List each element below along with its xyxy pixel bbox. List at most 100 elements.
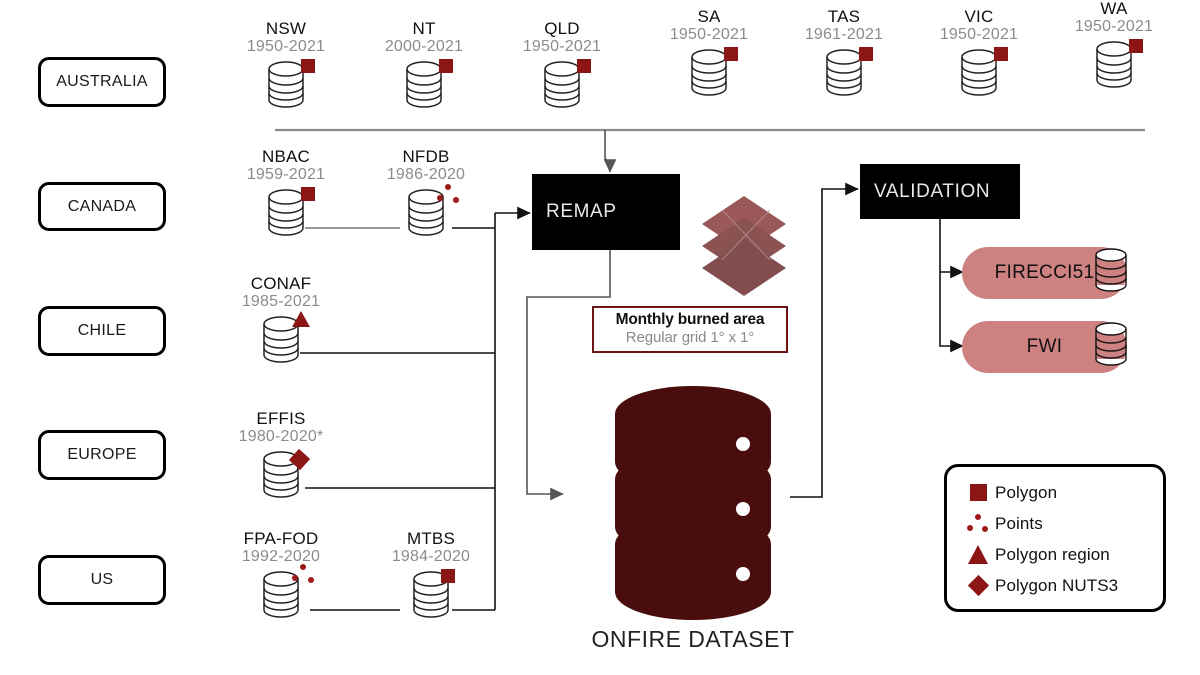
legend-label: Polygon region bbox=[995, 544, 1110, 564]
polygon-triangle-icon bbox=[292, 311, 310, 328]
source-name: QLD bbox=[544, 19, 580, 38]
polygon-square-icon bbox=[577, 59, 591, 74]
database-cylinder-icon bbox=[1091, 320, 1131, 374]
source-name: MTBS bbox=[406, 529, 456, 548]
validation-target-label: FWI bbox=[1026, 336, 1063, 357]
database-cylinder-icon bbox=[925, 46, 1033, 98]
source-years: 1950-2021 bbox=[246, 37, 326, 55]
polygon-square-icon bbox=[994, 47, 1008, 62]
database-cylinder-icon bbox=[372, 568, 490, 620]
polygon-square-icon bbox=[724, 47, 738, 62]
source-nfdb[interactable]: NFDB 1986-2020 bbox=[372, 148, 480, 238]
validation-target-firecci51[interactable]: FIRECCI51 bbox=[962, 247, 1127, 299]
polygon-square-icon bbox=[1129, 39, 1143, 54]
source-fpa-fod[interactable]: FPA-FOD 1992-2020 bbox=[218, 530, 344, 620]
validation-process-box[interactable]: VALIDATION bbox=[860, 164, 1020, 219]
database-cylinder-icon bbox=[222, 311, 340, 365]
source-years: 1950-2021 bbox=[669, 25, 749, 43]
database-cylinder-icon bbox=[655, 46, 763, 98]
note-title: Monthly burned area bbox=[615, 311, 765, 328]
validation-target-label: FIRECCI51 bbox=[994, 262, 1095, 283]
source-years: 1986-2020 bbox=[386, 165, 466, 183]
region-box-europe[interactable]: EUROPE bbox=[38, 430, 166, 480]
polygon-diamond-icon bbox=[961, 574, 995, 598]
legend-label: Polygon NUTS3 bbox=[995, 575, 1119, 595]
database-cylinder-icon bbox=[508, 58, 616, 110]
source-nsw[interactable]: NSW 1950-2021 bbox=[232, 20, 340, 110]
onfire-database-icon bbox=[615, 386, 771, 620]
source-years: 1950-2021 bbox=[939, 25, 1019, 43]
database-cylinder-icon bbox=[1060, 38, 1168, 90]
legend-item-polygon-region: Polygon region bbox=[961, 539, 1149, 570]
source-name: VIC bbox=[964, 7, 994, 26]
points-icon bbox=[961, 512, 995, 536]
source-effis[interactable]: EFFIS 1980-2020* bbox=[218, 410, 344, 500]
database-cylinder-icon bbox=[790, 46, 898, 98]
source-years: 1959-2021 bbox=[246, 165, 326, 183]
polygon-square-icon bbox=[961, 481, 995, 505]
note-subtitle: Regular grid 1° x 1° bbox=[625, 329, 755, 346]
points-icon bbox=[434, 184, 460, 204]
remap-label: REMAP bbox=[546, 201, 617, 222]
validation-target-fwi[interactable]: FWI bbox=[962, 321, 1127, 373]
source-mtbs[interactable]: MTBS 1984-2020 bbox=[372, 530, 490, 620]
source-years: 1950-2021 bbox=[1074, 17, 1154, 35]
diagram-canvas: AUSTRALIA CANADA CHILE EUROPE US NSW 195… bbox=[0, 0, 1200, 675]
database-cylinder-icon bbox=[1091, 246, 1131, 300]
region-box-chile[interactable]: CHILE bbox=[38, 306, 166, 356]
polygon-square-icon bbox=[301, 187, 315, 202]
polygon-square-icon bbox=[441, 569, 455, 584]
legend-item-polygon: Polygon bbox=[961, 477, 1149, 508]
source-wa[interactable]: WA 1950-2021 bbox=[1060, 0, 1168, 90]
legend-label: Points bbox=[995, 513, 1043, 533]
legend-label: Polygon bbox=[995, 482, 1058, 502]
source-years: 1992-2020 bbox=[241, 547, 321, 565]
source-name: FPA-FOD bbox=[243, 529, 319, 548]
source-name: CONAF bbox=[250, 274, 312, 293]
source-years: 1985-2021 bbox=[241, 292, 321, 310]
points-icon bbox=[289, 564, 315, 584]
monthly-burned-area-note: Monthly burned area Regular grid 1° x 1° bbox=[592, 306, 788, 353]
database-cylinder-icon bbox=[218, 564, 344, 620]
source-name: NBAC bbox=[261, 147, 311, 166]
region-box-australia[interactable]: AUSTRALIA bbox=[38, 57, 166, 107]
region-box-canada[interactable]: CANADA bbox=[38, 182, 166, 231]
region-label: CANADA bbox=[67, 197, 137, 215]
source-years: 1980-2020* bbox=[238, 427, 324, 445]
source-vic[interactable]: VIC 1950-2021 bbox=[925, 8, 1033, 98]
database-cylinder-icon bbox=[218, 448, 344, 500]
legend-item-polygon-nuts3: Polygon NUTS3 bbox=[961, 570, 1149, 601]
remap-process-box[interactable]: REMAP bbox=[532, 174, 680, 250]
source-tas[interactable]: TAS 1961-2021 bbox=[790, 8, 898, 98]
source-years: 1961-2021 bbox=[804, 25, 884, 43]
region-label: US bbox=[90, 571, 114, 588]
region-label: AUSTRALIA bbox=[56, 73, 148, 90]
polygon-square-icon bbox=[301, 59, 315, 74]
source-years: 1950-2021 bbox=[522, 37, 602, 55]
source-sa[interactable]: SA 1950-2021 bbox=[655, 8, 763, 98]
polygon-square-icon bbox=[439, 59, 453, 74]
database-cylinder-icon bbox=[232, 186, 340, 238]
validation-label: VALIDATION bbox=[874, 180, 991, 202]
source-nbac[interactable]: NBAC 1959-2021 bbox=[232, 148, 340, 238]
source-qld[interactable]: QLD 1950-2021 bbox=[508, 20, 616, 110]
source-name: WA bbox=[1100, 0, 1128, 18]
map-layers-icon bbox=[696, 190, 792, 300]
region-label: CHILE bbox=[77, 322, 127, 339]
source-name: SA bbox=[697, 7, 721, 26]
database-cylinder-icon bbox=[370, 58, 478, 110]
source-nt[interactable]: NT 2000-2021 bbox=[370, 20, 478, 110]
polygon-square-icon bbox=[859, 47, 873, 62]
source-name: NT bbox=[412, 19, 436, 38]
source-name: NSW bbox=[265, 19, 307, 38]
source-conaf[interactable]: CONAF 1985-2021 bbox=[222, 275, 340, 365]
polygon-triangle-icon bbox=[961, 543, 995, 567]
region-box-us[interactable]: US bbox=[38, 555, 166, 605]
database-cylinder-icon bbox=[372, 184, 480, 238]
onfire-dataset-caption: ONFIRE DATASET bbox=[591, 626, 795, 652]
database-cylinder-icon bbox=[232, 58, 340, 110]
source-name: TAS bbox=[827, 7, 861, 26]
source-years: 1984-2020 bbox=[391, 547, 471, 565]
source-name: NFDB bbox=[402, 147, 450, 166]
onfire-dataset[interactable]: ONFIRE DATASET bbox=[588, 384, 798, 654]
